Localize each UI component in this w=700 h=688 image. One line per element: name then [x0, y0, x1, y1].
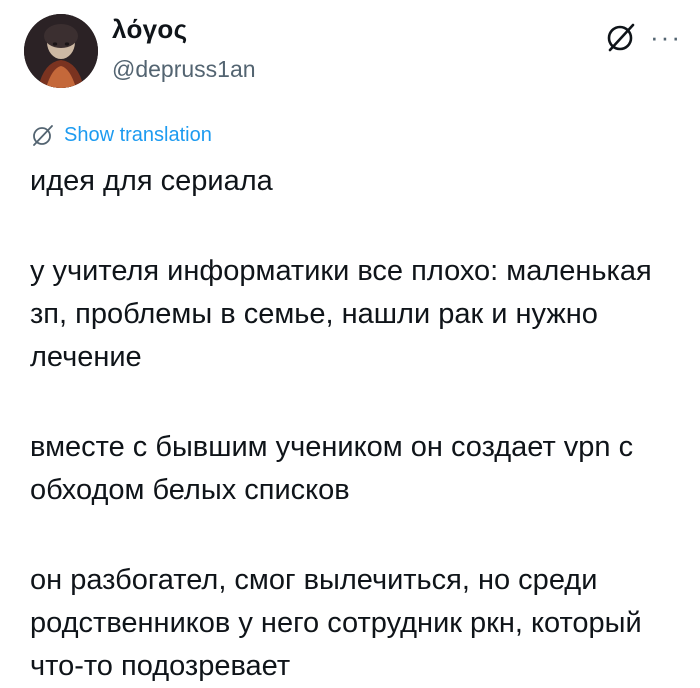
show-translation-label: Show translation — [64, 123, 212, 146]
user-handle[interactable]: @depruss1an — [112, 56, 256, 83]
tweet-text: идея для сериала у учителя информатики в… — [30, 160, 690, 688]
tweet: λόγος @depruss1an ··· Show translation и… — [0, 0, 700, 683]
tweet-paragraph: у учителя информатики все плохо: маленьк… — [30, 255, 652, 373]
header-actions: ··· — [604, 20, 682, 54]
show-translation-button[interactable]: Show translation — [30, 122, 212, 148]
more-horizontal-icon[interactable]: ··· — [650, 24, 682, 50]
tweet-paragraph: идея для сериала — [30, 165, 273, 197]
tweet-paragraph: он разбогател, смог вылечиться, но среди… — [30, 564, 642, 682]
avatar[interactable] — [24, 14, 98, 88]
display-name[interactable]: λόγος — [112, 14, 187, 45]
grok-icon[interactable] — [604, 20, 638, 54]
tweet-paragraph: вместе с бывшим учеником он создает vpn … — [30, 431, 634, 506]
grok-translate-icon — [33, 125, 53, 146]
avatar-image — [24, 14, 98, 88]
